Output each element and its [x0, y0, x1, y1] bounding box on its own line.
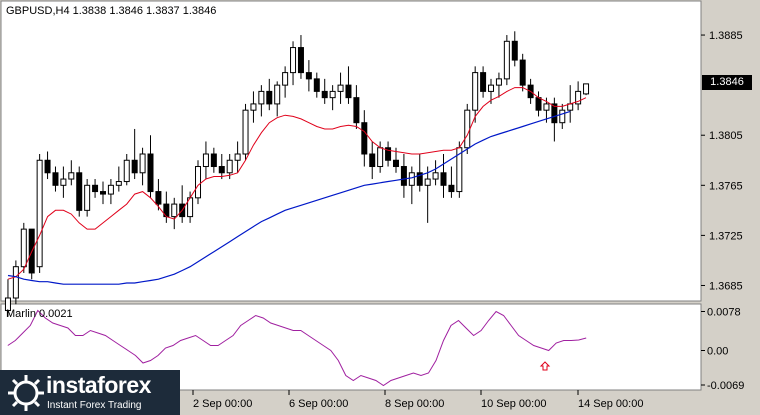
candle-body — [155, 191, 162, 205]
candle-body — [361, 122, 368, 155]
logo-icon — [8, 375, 44, 411]
price-tick-label: 1.3725 — [709, 230, 743, 242]
candle-body — [543, 103, 550, 111]
candle-body — [68, 172, 75, 180]
candle-body — [392, 159, 399, 168]
candle-body — [60, 178, 67, 186]
candle-body — [313, 78, 320, 92]
candle-body — [44, 159, 51, 174]
time-tick-label: 2 Sep 00:00 — [193, 398, 252, 410]
candle-body — [274, 84, 281, 105]
time-tick-label: 10 Sep 00:00 — [481, 398, 546, 410]
price-tick-label: 1.3685 — [709, 280, 743, 292]
candle-body — [12, 266, 19, 299]
candle-body — [147, 153, 154, 193]
current-price-tag: 1.3846 — [702, 75, 752, 90]
instaforex-logo: instaforex Instant Forex Trading — [0, 370, 180, 415]
logo-title: instaforex — [46, 372, 151, 398]
candle-body — [432, 172, 439, 180]
candle-body — [297, 47, 304, 74]
time-tick-label: 14 Sep 00:00 — [578, 398, 643, 410]
candle-body — [424, 178, 431, 186]
indicator-tick-label: 0.0078 — [707, 307, 741, 319]
candle-body — [92, 184, 99, 193]
candle-body — [202, 153, 209, 168]
candle-body — [337, 84, 344, 92]
price-tick-label: 1.3805 — [709, 130, 743, 142]
candle-body — [107, 184, 114, 195]
main-panel[interactable] — [0, 0, 702, 302]
candle-body — [282, 72, 289, 86]
candle-body — [535, 97, 542, 111]
time-tick-label: 6 Sep 00:00 — [289, 398, 348, 410]
indicator-tick-label: -0.0069 — [707, 380, 744, 392]
candle-body — [488, 84, 495, 92]
candle-body — [377, 147, 384, 168]
candle-body — [171, 203, 178, 218]
candle-body — [210, 153, 217, 168]
candle-body — [218, 166, 225, 174]
candle-body — [84, 184, 91, 211]
candle-body — [195, 166, 202, 199]
candle-body — [52, 172, 59, 186]
candle-body — [99, 191, 106, 195]
logo-subtitle: Instant Forex Trading — [47, 400, 142, 411]
candle-body — [242, 109, 249, 155]
candle-body — [131, 159, 138, 174]
candle-body — [234, 153, 241, 161]
symbol-label: GBPUSD,H4 1.3838 1.3846 1.3837 1.3846 — [6, 5, 217, 17]
indicator-label: Marlin 0.0021 — [6, 308, 73, 320]
candle-body — [20, 228, 27, 268]
candle-body — [408, 172, 415, 186]
candle-body — [400, 166, 407, 186]
time-tick-label: 8 Sep 00:00 — [385, 398, 444, 410]
candle-body — [480, 72, 487, 92]
price-tick-label: 1.3765 — [709, 180, 743, 192]
candle-body — [495, 78, 502, 86]
candle-body — [139, 153, 146, 174]
candle-body — [115, 181, 122, 186]
candle-body — [123, 159, 130, 183]
candle-body — [583, 83, 590, 95]
candle-body — [345, 84, 352, 99]
candle-body — [305, 72, 312, 80]
candle-body — [76, 172, 83, 211]
candle-body — [321, 90, 328, 99]
candle-body — [440, 172, 447, 186]
candle-body — [226, 159, 233, 174]
candle-body — [258, 90, 265, 105]
candle-body — [290, 47, 297, 74]
candle-body — [448, 184, 455, 193]
candle-body — [519, 59, 526, 86]
chart-canvas: 1.3885 1.3805 1.3765 1.3725 1.3685 0.0078 0.0… — [0, 0, 760, 415]
candle-body — [266, 90, 273, 105]
candle-body — [503, 40, 510, 80]
candle-body — [464, 109, 471, 149]
indicator-tick-label: 0.00 — [707, 346, 728, 358]
candle-body — [511, 40, 518, 61]
price-tick-label: 1.3885 — [709, 30, 743, 42]
candle-body — [329, 90, 336, 99]
candle-body — [369, 153, 376, 168]
candle-body — [353, 97, 360, 124]
candle-body — [250, 103, 257, 111]
candle-body — [559, 109, 566, 124]
candle-body — [472, 72, 479, 111]
candle-body — [36, 159, 43, 268]
